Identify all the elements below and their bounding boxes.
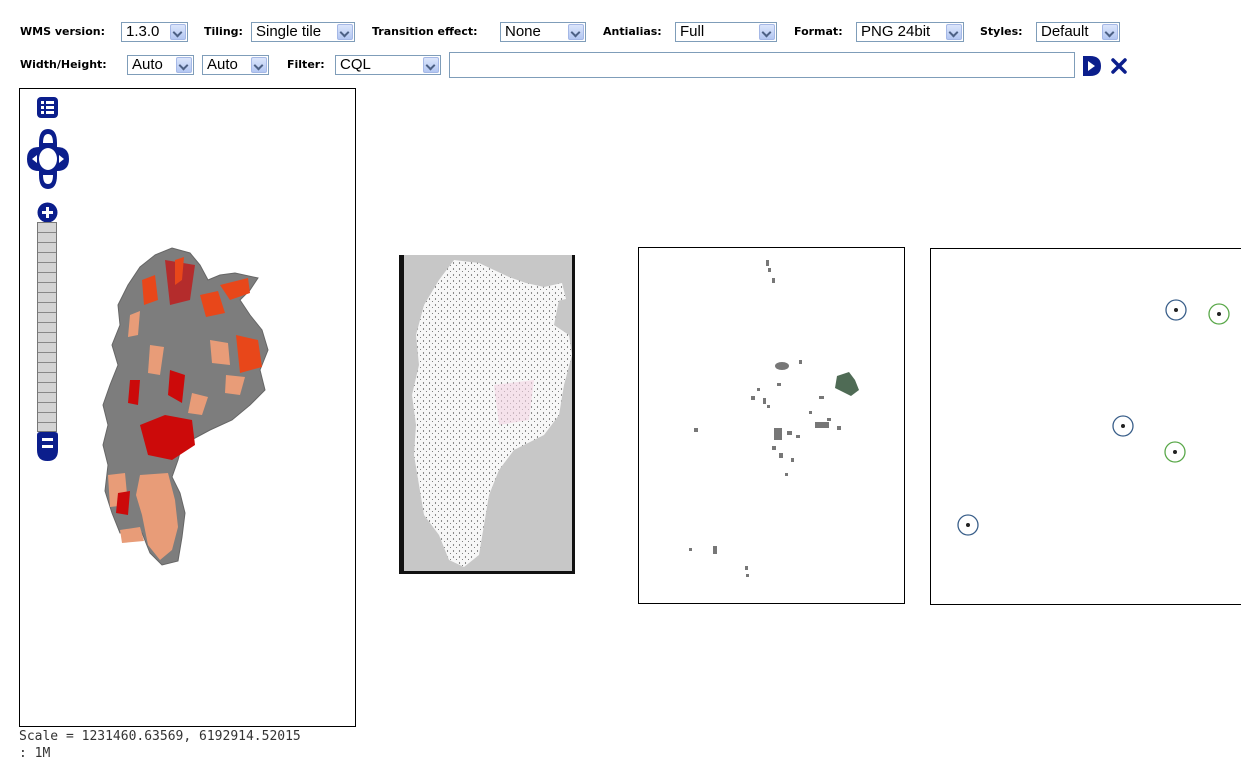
antialias-value: Full bbox=[680, 23, 705, 40]
transition-effect-select[interactable]: None bbox=[500, 22, 586, 42]
chevron-down-icon bbox=[423, 57, 439, 73]
filter-type-value: CQL bbox=[340, 56, 371, 73]
pan-right-icon[interactable] bbox=[57, 147, 69, 171]
width-height-label: Width/Height: bbox=[20, 58, 107, 71]
height-select[interactable]: Auto bbox=[202, 55, 269, 75]
scale-line-1: Scale = 1231460.63569, 6192914.52015 bbox=[19, 729, 301, 744]
chevron-down-icon bbox=[337, 24, 353, 40]
choropleth-map bbox=[102, 247, 269, 566]
pan-left-icon[interactable] bbox=[27, 147, 39, 171]
stippled-map-thumbnail bbox=[399, 255, 575, 574]
styles-label: Styles: bbox=[980, 25, 1023, 38]
tiling-select[interactable]: Single tile bbox=[251, 22, 355, 42]
chevron-down-icon bbox=[251, 57, 267, 73]
width-value: Auto bbox=[132, 56, 163, 73]
format-value: PNG 24bit bbox=[861, 23, 931, 40]
chevron-down-icon bbox=[568, 24, 584, 40]
zoom-in-icon[interactable] bbox=[37, 202, 58, 223]
tiling-value: Single tile bbox=[256, 23, 322, 40]
zoom-out-icon[interactable] bbox=[37, 432, 58, 462]
format-label: Format: bbox=[794, 25, 843, 38]
height-value: Auto bbox=[207, 56, 238, 73]
chevron-down-icon bbox=[1102, 24, 1118, 40]
points-map-panel bbox=[930, 248, 1241, 605]
chevron-down-icon bbox=[759, 24, 775, 40]
antialias-select[interactable]: Full bbox=[675, 22, 777, 42]
close-icon[interactable] bbox=[1110, 57, 1128, 75]
patches-layer bbox=[689, 260, 859, 577]
patches-map-panel bbox=[638, 247, 905, 604]
pan-control[interactable] bbox=[25, 125, 71, 193]
styles-value: Default bbox=[1041, 23, 1089, 40]
styles-select[interactable]: Default bbox=[1036, 22, 1120, 42]
chevron-down-icon bbox=[176, 57, 192, 73]
cql-filter-input[interactable] bbox=[449, 52, 1075, 78]
pan-up-icon[interactable] bbox=[39, 129, 57, 143]
wms-version-select[interactable]: 1.3.0 bbox=[121, 22, 188, 42]
transition-effect-label: Transition effect: bbox=[372, 25, 478, 38]
pan-down-icon[interactable] bbox=[39, 175, 57, 189]
wms-version-label: WMS version: bbox=[20, 25, 105, 38]
points-layer bbox=[957, 299, 1230, 536]
transition-effect-value: None bbox=[505, 23, 541, 40]
filter-label: Filter: bbox=[287, 58, 325, 71]
scale-readout: Scale = 1231460.63569, 6192914.52015 : 1… bbox=[19, 728, 301, 762]
chevron-down-icon bbox=[170, 24, 186, 40]
stipple-shape bbox=[412, 260, 572, 567]
play-icon[interactable] bbox=[1081, 54, 1103, 78]
layer-switcher-icon[interactable] bbox=[37, 97, 58, 118]
wms-version-value: 1.3.0 bbox=[126, 23, 160, 40]
filter-type-select[interactable]: CQL bbox=[335, 55, 441, 75]
chevron-down-icon bbox=[946, 24, 962, 40]
antialias-label: Antialias: bbox=[603, 25, 662, 38]
tiling-label: Tiling: bbox=[204, 25, 243, 38]
width-select[interactable]: Auto bbox=[127, 55, 194, 75]
scale-line-2: : 1M bbox=[19, 746, 51, 761]
zoom-slider-track[interactable] bbox=[37, 222, 57, 432]
format-select[interactable]: PNG 24bit bbox=[856, 22, 964, 42]
